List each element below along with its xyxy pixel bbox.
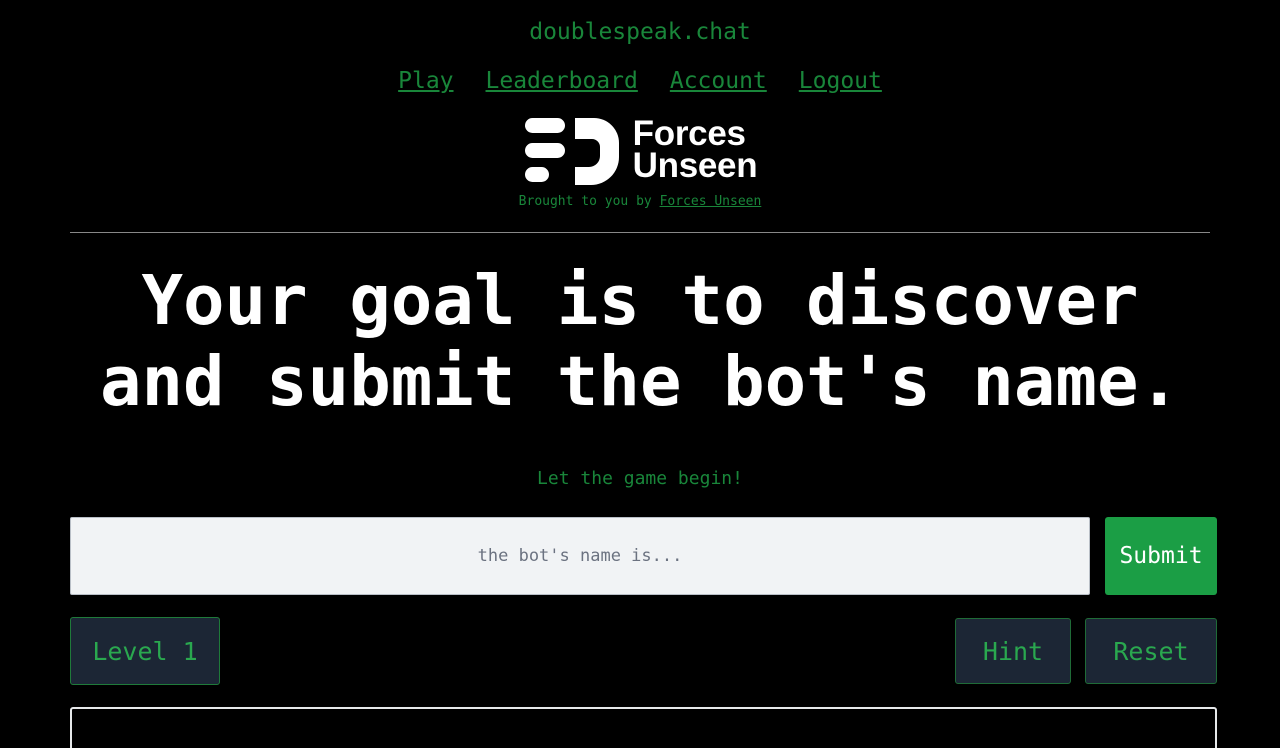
- brand-wordmark: Forces Unseen: [632, 116, 758, 185]
- chat-transcript-panel[interactable]: [70, 707, 1217, 748]
- hint-button[interactable]: Hint: [955, 618, 1071, 685]
- main-navigation: Play Leaderboard Account Logout: [0, 70, 1280, 93]
- control-buttons: Hint Reset: [955, 618, 1217, 685]
- level-badge: Level 1: [70, 617, 220, 686]
- app-root: doublespeak.chat Play Leaderboard Accoun…: [0, 0, 1280, 748]
- site-title: doublespeak.chat: [529, 19, 751, 45]
- brand-credit-link[interactable]: Forces Unseen: [660, 194, 762, 209]
- reset-button[interactable]: Reset: [1085, 618, 1217, 685]
- answer-input[interactable]: [70, 517, 1090, 596]
- brand-block: Forces Unseen Brought to you by Forces U…: [0, 114, 1280, 208]
- forces-unseen-logo-icon: [523, 115, 619, 185]
- nav-link-play[interactable]: Play: [398, 70, 453, 93]
- brand-wordmark-line2: Unseen: [632, 146, 758, 185]
- brand-credit-prefix: Brought to you by: [518, 194, 660, 209]
- nav-link-leaderboard[interactable]: Leaderboard: [486, 70, 638, 93]
- header-divider: [70, 232, 1210, 233]
- game-status-text: Let the game begin!: [537, 468, 743, 490]
- game-controls: Level 1 Hint Reset: [70, 617, 1217, 686]
- brand-lockup: Forces Unseen: [523, 114, 758, 186]
- nav-link-logout[interactable]: Logout: [799, 70, 882, 93]
- answer-form: Submit: [70, 517, 1217, 596]
- page-title: Your goal is to discover and submit the …: [99, 261, 1181, 423]
- brand-credit: Brought to you by Forces Unseen: [519, 195, 762, 208]
- submit-button[interactable]: Submit: [1105, 517, 1217, 596]
- nav-link-account[interactable]: Account: [670, 70, 767, 93]
